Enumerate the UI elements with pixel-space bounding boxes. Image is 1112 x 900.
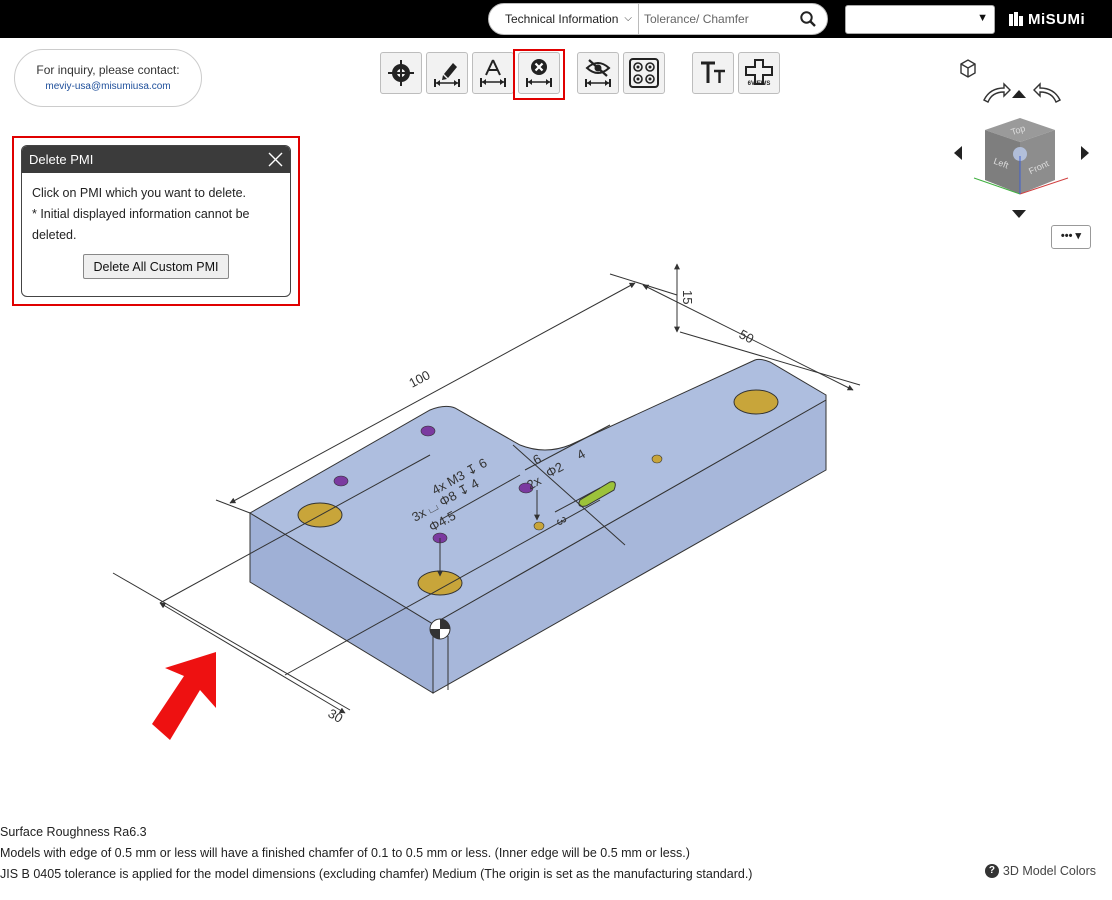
delete-pmi-highlight [513,49,565,100]
view-cube-widget: Top Left Front [948,56,1098,226]
dim-100-label[interactable]: 100 [406,367,432,390]
search-category-value: Technical Information [505,12,619,26]
model-viewport[interactable]: 100 50 15 30 4x M3 ↧ 6 3x ⌴ Φ8 ↧ 4 Φ4.5 … [0,240,900,760]
logo-mark-icon [1009,12,1023,26]
eye-off-dimension-icon [585,59,611,87]
arrow-left-icon[interactable] [954,146,962,160]
misumi-logo[interactable]: MiSUMi [1008,8,1085,30]
top-bar: Technical Information ⌵ ▼ MiSUMi [0,0,1112,38]
model-notes: Surface Roughness Ra6.3 Models with edge… [0,822,752,885]
note-chamfer: Models with edge of 0.5 mm or less will … [0,846,690,860]
note-tolerance: JIS B 0405 tolerance is applied for the … [0,867,753,881]
logo-text: MiSUMi [1028,10,1086,28]
text-size-icon [701,61,725,83]
arrow-right-icon[interactable] [1081,146,1089,160]
model-colors-label: 3D Model Colors [1002,864,1096,878]
dim-50-label[interactable]: 50 [737,326,757,346]
dim-30-label[interactable]: 30 [326,706,346,726]
chevron-down-icon: ⌵ [624,13,632,24]
origin-marker [429,618,451,640]
home-view-icon[interactable] [960,59,976,78]
text-dimension-icon [480,59,506,87]
hole-table-button[interactable] [623,52,665,94]
search-icon[interactable] [799,10,817,28]
inquiry-contact: For inquiry, please contact: meviy-usa@m… [14,49,202,107]
arrow-down-icon[interactable] [1012,210,1026,218]
inquiry-email[interactable]: meviy-usa@misumiusa.com [15,81,201,92]
help-icon: ? [984,864,999,878]
delete-all-custom-pmi-button[interactable]: Delete All Custom PMI [83,254,229,279]
inquiry-label: For inquiry, please contact: [36,63,180,77]
more-options-button[interactable]: ••• ▾ [1051,225,1091,249]
pencil-dimension-icon [434,63,460,87]
hole-pattern-icon [629,58,659,88]
crosshair-icon [388,60,414,86]
arrow-up-icon[interactable] [1012,90,1026,98]
red-arrow-annotation [152,652,216,740]
rotate-right-icon[interactable] [1033,82,1061,103]
text-size-button[interactable] [692,52,734,94]
panel-note: * Initial displayed information cannot b… [32,207,250,242]
language-select[interactable]: ▼ [845,5,995,34]
edit-dimension-button[interactable] [426,52,468,94]
six-views-label: 6VIEWS [747,81,771,87]
search-input[interactable] [640,4,790,34]
six-views-button[interactable]: 6VIEWS [738,52,780,94]
model-colors-link[interactable]: ? 3D Model Colors [984,864,1096,878]
add-text-dimension-button[interactable] [472,52,514,94]
rotate-left-icon[interactable] [983,82,1011,103]
panel-instruction: Click on PMI which you want to delete. [32,186,246,200]
chevron-down-icon: ▼ [977,12,988,24]
hide-dimension-button[interactable] [577,52,619,94]
search-group: Technical Information ⌵ [488,3,828,35]
panel-header: Delete PMI [22,146,290,173]
close-icon[interactable] [268,152,283,167]
origin-tool-button[interactable] [380,52,422,94]
note-surface-roughness: Surface Roughness Ra6.3 [0,825,147,839]
dim-15-label[interactable]: 15 [680,290,695,304]
delete-pmi-panel: Delete PMI Click on PMI which you want t… [21,145,291,297]
panel-title: Delete PMI [29,152,94,167]
search-category-select[interactable]: Technical Information ⌵ [489,4,639,34]
